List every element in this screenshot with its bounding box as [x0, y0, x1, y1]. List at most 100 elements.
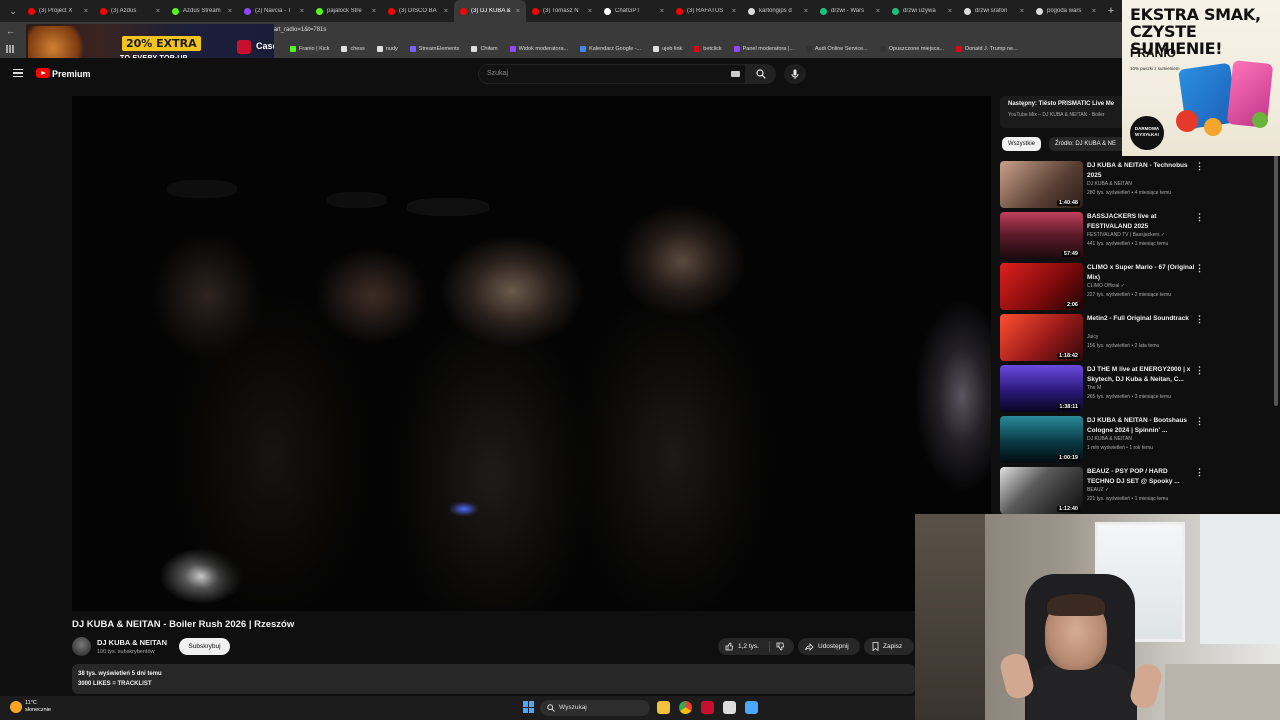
bookmark-item[interactable]: Widok moderatora... [509, 46, 568, 52]
more-options-icon[interactable]: ⋮ [1195, 468, 1204, 477]
youtube-logo-icon[interactable] [36, 68, 50, 78]
browser-tab[interactable]: drzwi uzywa × [886, 0, 958, 22]
rec-title[interactable]: DJ KUBA & NEITAN - Bootshaus Cologne 202… [1087, 416, 1195, 436]
rec-channel[interactable]: Juicy [1087, 334, 1098, 340]
bookmark-item[interactable]: Chiłam [471, 46, 498, 52]
browser-tab[interactable]: kartongips d × [742, 0, 814, 22]
rec-title[interactable]: BASSJACKERS live at FESTIVALAND 2025 [1087, 212, 1195, 232]
browser-tab[interactable]: Azdus Stream × [166, 0, 238, 22]
tab-close-icon[interactable]: × [300, 8, 304, 15]
tab-close-icon[interactable]: × [588, 8, 592, 15]
chrome-icon[interactable] [679, 701, 692, 714]
browser-tab[interactable]: (3) Tomasz N × [526, 0, 598, 22]
tab-close-icon[interactable]: × [372, 8, 376, 15]
browser-tab[interactable]: pogoda wars × [1030, 0, 1102, 22]
channel-avatar[interactable] [72, 637, 91, 656]
video-thumbnail[interactable]: 1:00:19 [1000, 416, 1083, 463]
rec-channel[interactable]: DJ KUBA & NEITAN [1087, 436, 1132, 442]
bookmark-item[interactable]: betclick [694, 46, 722, 52]
video-thumbnail[interactable]: 1:38:11 [1000, 365, 1083, 412]
tab-close-icon[interactable]: × [516, 8, 520, 15]
browser-tab[interactable]: (3) DJ KUBA & × [454, 0, 526, 22]
tab-close-icon[interactable]: × [444, 8, 448, 15]
rec-title[interactable]: BEAUZ - PSY POP / HARD TECHNO DJ SET @ S… [1087, 467, 1195, 487]
tab-close-icon[interactable]: × [732, 8, 736, 15]
more-options-icon[interactable]: ⋮ [1195, 315, 1204, 324]
sun-weather-icon[interactable] [10, 701, 22, 713]
bookmark-item[interactable]: Opuszczone miejsca... [879, 46, 944, 52]
file-explorer-icon[interactable] [657, 701, 670, 714]
search-input[interactable]: Szukaj [478, 64, 746, 84]
taskbar-search[interactable]: Wyszukaj [540, 700, 650, 716]
recommended-video[interactable]: 1:18:42 Metin2 - Full Original Soundtrack… [1000, 314, 1210, 362]
browser-tab[interactable]: (3) DISCO BA × [382, 0, 454, 22]
bookmark-item[interactable]: Kalendarz Google -... [580, 46, 641, 52]
video-thumbnail[interactable]: 1:40:48 [1000, 161, 1083, 208]
rec-channel[interactable]: FESTIVALAND TV | Bassjackers ✓ [1087, 232, 1165, 238]
voice-search-button[interactable] [784, 64, 806, 84]
rec-title[interactable]: DJ THE M live at ENERGY2000 | x Skytech,… [1087, 365, 1195, 385]
dislike-button[interactable] [770, 642, 785, 651]
subscribe-button[interactable]: Subskrybuj [179, 638, 230, 655]
bookmark-item[interactable]: Audi Online Service... [805, 46, 868, 52]
back-arrow-icon[interactable]: ← [6, 26, 22, 36]
share-button[interactable]: Udostępnij [798, 638, 860, 655]
video-player[interactable] [72, 96, 991, 611]
save-button[interactable]: Zapisz [864, 638, 914, 655]
windows-start-icon[interactable] [523, 701, 535, 713]
bookmark-item[interactable]: Franio | Kick [290, 46, 329, 52]
tab-close-icon[interactable]: × [1020, 8, 1024, 15]
up-next-panel[interactable]: Następny: Tiësto PRISMATIC Live Me YouTu… [1000, 96, 1124, 128]
browser-tab[interactable]: drzwi - Wars × [814, 0, 886, 22]
browser-tab[interactable]: drzwi srafon × [958, 0, 1030, 22]
menu-icon[interactable] [13, 69, 23, 77]
more-options-icon[interactable]: ⋮ [1195, 264, 1204, 273]
browser-tab[interactable]: (3) Azdus × [94, 0, 166, 22]
recommended-video[interactable]: 2:06 CLIMO x Super Mario - 67 (Original M… [1000, 263, 1210, 311]
tab-list-dropdown-icon[interactable]: ⌄ [4, 2, 22, 20]
bookmark-item[interactable]: nudy [376, 46, 398, 52]
browser-tab[interactable]: (3) Project X × [22, 0, 94, 22]
browser-tab[interactable]: (3) RAFATUS × [670, 0, 742, 22]
tab-close-icon[interactable]: × [156, 8, 160, 15]
video-thumbnail[interactable]: 1:18:42 [1000, 314, 1083, 361]
bookmark-item[interactable]: ujeb link [653, 46, 682, 52]
recommended-video[interactable]: 1:00:19 DJ KUBA & NEITAN - Bootshaus Colo… [1000, 416, 1210, 464]
browser-tab[interactable]: pajalock Stre × [310, 0, 382, 22]
video-thumbnail[interactable]: 2:06 [1000, 263, 1083, 310]
search-button[interactable] [746, 64, 776, 84]
tab-close-icon[interactable]: × [660, 8, 664, 15]
chip-all[interactable]: Wszystkie [1002, 137, 1041, 151]
more-options-icon[interactable]: ⋮ [1195, 213, 1204, 222]
browser-tab[interactable]: (2) Navcia - T × [238, 0, 310, 22]
more-options-icon[interactable]: ⋮ [1195, 366, 1204, 375]
video-thumbnail[interactable]: 1:12:40 [1000, 467, 1083, 514]
tab-close-icon[interactable]: × [804, 8, 808, 15]
rec-channel[interactable]: The M [1087, 385, 1101, 391]
chip-source[interactable]: Źródło: DJ KUBA & NE [1049, 137, 1125, 151]
tab-close-icon[interactable]: × [84, 8, 88, 15]
rec-channel[interactable]: DJ KUBA & NEITAN [1087, 181, 1132, 187]
tab-close-icon[interactable]: × [876, 8, 880, 15]
like-button[interactable]: 1,2 tys. [718, 641, 770, 652]
url-text[interactable]: tart_radio=1&t=781s [272, 27, 326, 33]
video-thumbnail[interactable]: 57:49 [1000, 212, 1083, 259]
bookmark-item[interactable]: chess [341, 46, 365, 52]
recommended-video[interactable]: 1:12:40 BEAUZ - PSY POP / HARD TECHNO DJ … [1000, 467, 1210, 515]
bookmark-item[interactable]: StreamElements [409, 46, 459, 52]
app-icon-capture[interactable] [723, 701, 736, 714]
keyboard-icon[interactable] [731, 71, 740, 77]
rec-title[interactable]: DJ KUBA & NEITAN - Technobus 2025 [1087, 161, 1195, 181]
recommended-video[interactable]: 57:49 BASSJACKERS live at FESTIVALAND 202… [1000, 212, 1210, 260]
apps-grid-icon[interactable] [6, 45, 14, 53]
rec-channel[interactable]: BEAUZ ✓ [1087, 487, 1109, 493]
tab-close-icon[interactable]: × [228, 8, 232, 15]
rec-channel[interactable]: CLIMO Official ✓ [1087, 283, 1125, 289]
recommended-video[interactable]: 1:40:48 DJ KUBA & NEITAN - Technobus 2025… [1000, 161, 1210, 209]
tab-close-icon[interactable]: × [948, 8, 952, 15]
new-tab-button[interactable]: + [1102, 5, 1120, 17]
bookmark-item[interactable]: Donald J. Trump ne... [956, 46, 1018, 52]
channel-name[interactable]: DJ KUBA & NEITAN [97, 638, 167, 647]
youtube-premium-label[interactable]: Premium [52, 69, 91, 79]
browser-tab[interactable]: ChatGPT × [598, 0, 670, 22]
